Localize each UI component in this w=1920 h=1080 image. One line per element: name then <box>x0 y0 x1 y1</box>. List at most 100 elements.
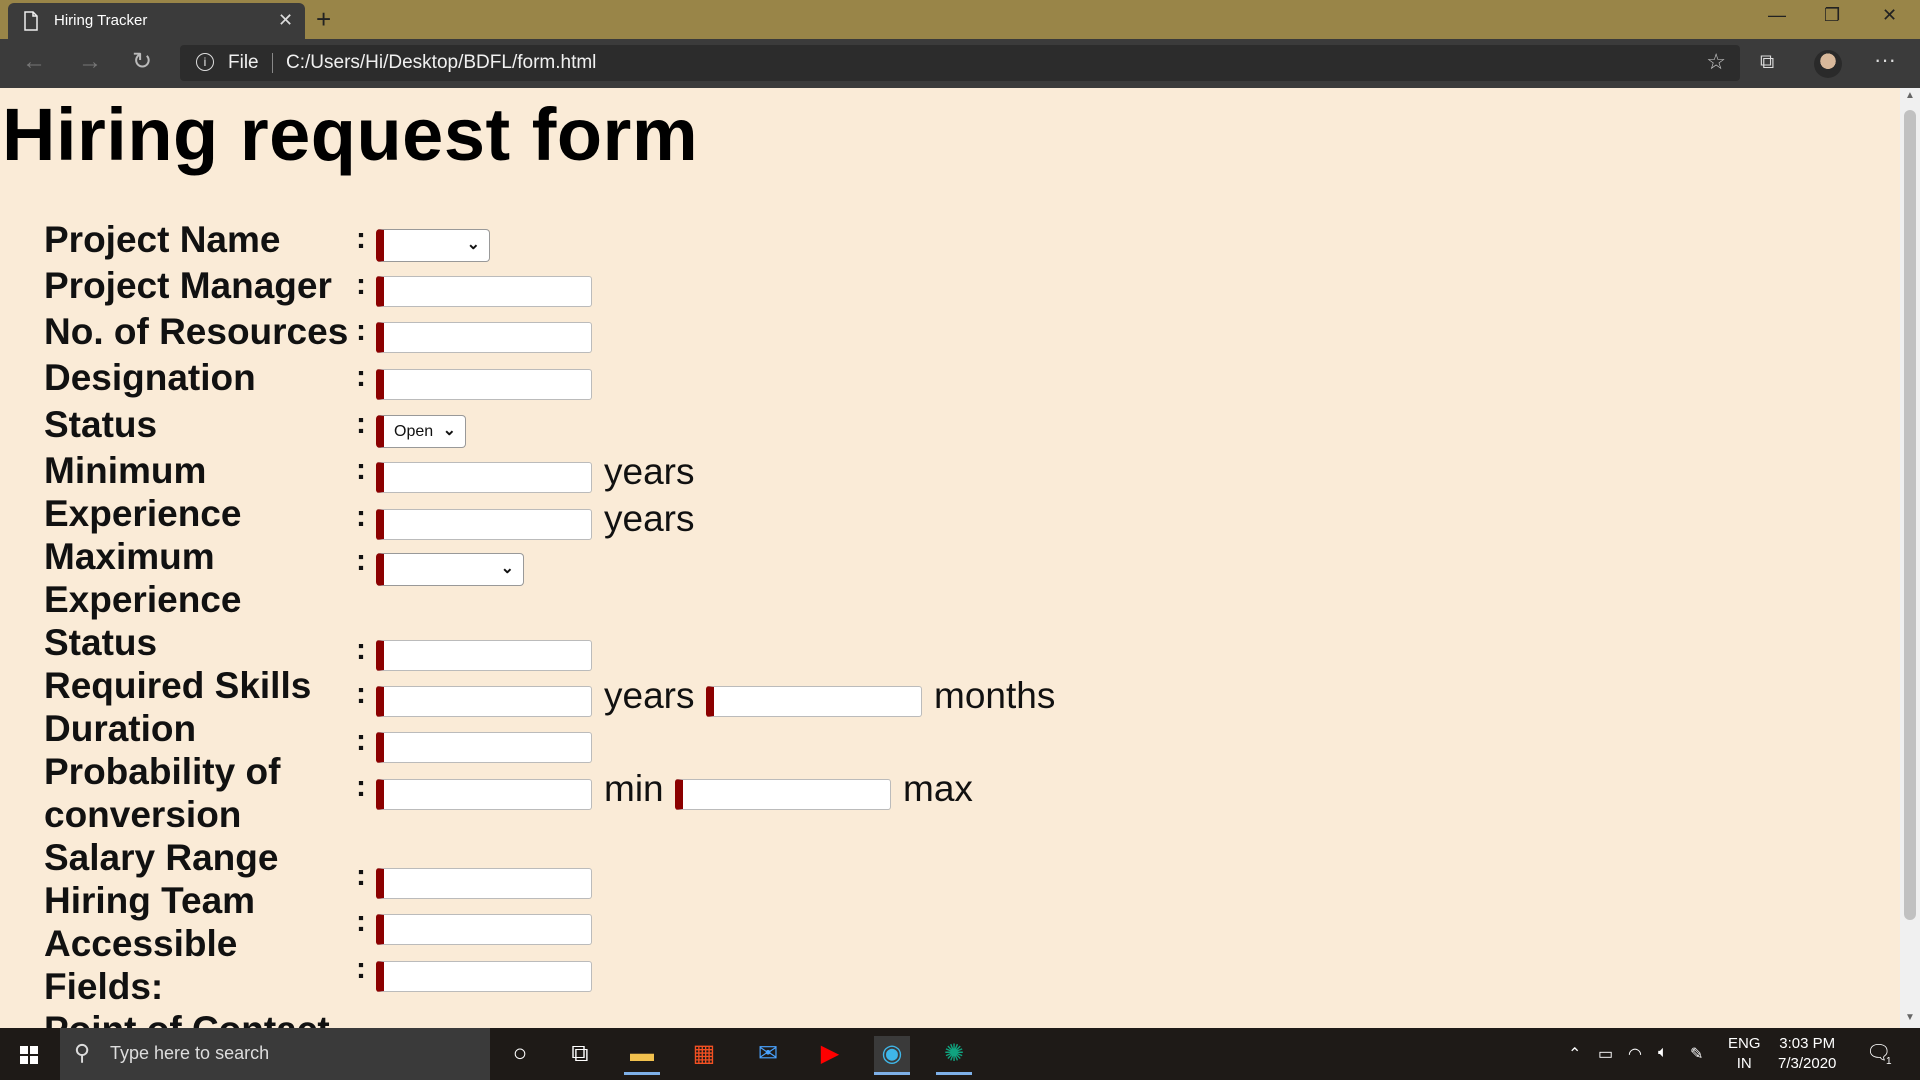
colon: : <box>356 453 366 486</box>
clock[interactable]: 3:03 PM 7/3/2020 <box>1778 1034 1836 1074</box>
label-probability-of: Probability of <box>44 751 281 792</box>
point-of-contact-input[interactable] <box>376 961 592 992</box>
unit-max: max <box>903 768 973 809</box>
colon: : <box>356 222 366 255</box>
chevron-down-icon: ⌄ <box>500 560 514 577</box>
language-indicator[interactable]: ENG IN <box>1728 1034 1761 1074</box>
close-tab-icon[interactable]: ✕ <box>278 10 293 30</box>
browser-titlebar: Hiring Tracker ✕ + — ❐ ✕ <box>0 0 1920 39</box>
battery-icon[interactable]: ▭ <box>1598 1044 1613 1064</box>
colon: : <box>356 633 366 666</box>
label-maximum: Maximum <box>44 536 215 577</box>
lang-top: ENG <box>1728 1035 1761 1052</box>
salary-min-input[interactable] <box>376 779 592 810</box>
page-title: Hiring request form <box>2 93 699 176</box>
label-fields: Fields: <box>44 966 164 1007</box>
page-content: Hiring request form Project Name : ⌄ Pro… <box>0 88 1900 1028</box>
unit-years: years <box>604 675 695 716</box>
address-bar[interactable]: i File C:/Users/Hi/Desktop/BDFL/form.htm… <box>180 45 1740 81</box>
label-status: Status <box>44 404 158 445</box>
label-no-of-resources: No. of Resources <box>44 311 349 352</box>
max-experience-input[interactable] <box>376 509 592 540</box>
lang-bottom: IN <box>1736 1055 1752 1072</box>
hiring-team-input[interactable] <box>376 868 592 899</box>
scroll-thumb[interactable] <box>1904 110 1916 920</box>
back-icon[interactable]: ← <box>22 49 46 75</box>
colon: : <box>356 859 366 892</box>
taskbar-search[interactable]: ⚲ Type here to search <box>60 1028 490 1080</box>
min-experience-input[interactable] <box>376 462 592 493</box>
chevron-down-icon: ⌄ <box>442 422 456 439</box>
store-icon[interactable]: ▦ <box>686 1036 722 1072</box>
wifi-icon[interactable]: ◠ <box>1628 1044 1642 1064</box>
label-project-manager: Project Manager <box>44 265 332 306</box>
colon: : <box>356 268 366 301</box>
status-select[interactable]: Open ⌄ <box>376 415 466 448</box>
label-designation: Designation <box>44 357 256 398</box>
page-icon <box>24 11 38 31</box>
accessible-fields-input[interactable] <box>376 914 592 945</box>
close-window-button[interactable]: ✕ <box>1882 4 1897 26</box>
label-salary-range: Salary Range <box>44 837 279 878</box>
youtube-icon[interactable]: ▶ <box>812 1036 848 1072</box>
info-icon[interactable]: i <box>196 53 214 71</box>
more-icon[interactable]: ··· <box>1874 47 1896 73</box>
url-text[interactable]: C:/Users/Hi/Desktop/BDFL/form.html <box>286 52 596 74</box>
no-of-resources-input[interactable] <box>376 322 592 353</box>
refresh-icon[interactable]: ↻ <box>132 49 152 75</box>
clock-time: 3:03 PM <box>1779 1035 1836 1052</box>
mail-icon[interactable]: ✉ <box>750 1036 786 1072</box>
required-skills-input[interactable] <box>376 640 592 671</box>
edge-icon[interactable]: ◉ <box>874 1036 910 1075</box>
tab-title: Hiring Tracker <box>54 12 148 29</box>
restore-button[interactable]: ❐ <box>1824 4 1840 26</box>
unit-years: years <box>604 451 695 492</box>
scroll-up-icon[interactable]: ▲ <box>1905 90 1915 101</box>
colon: : <box>356 360 366 393</box>
volume-icon[interactable]: 🔈︎ <box>1658 1044 1668 1062</box>
project-manager-input[interactable] <box>376 276 592 307</box>
duration-years-input[interactable] <box>376 686 592 717</box>
colon: : <box>356 905 366 938</box>
search-icon: ⚲ <box>74 1040 91 1065</box>
label-status-2: Status <box>44 622 158 663</box>
minimize-button[interactable]: — <box>1768 4 1786 26</box>
task-view-icon[interactable]: ⧉ <box>562 1036 598 1072</box>
browser-tab[interactable]: Hiring Tracker ✕ <box>8 3 305 39</box>
label-hiring-team: Hiring Team <box>44 880 256 921</box>
pen-icon[interactable]: ✎ <box>1690 1044 1703 1064</box>
star-icon[interactable]: ☆ <box>1706 49 1726 75</box>
colon: : <box>356 677 366 710</box>
salary-max-input[interactable] <box>675 779 891 810</box>
forward-icon[interactable]: → <box>78 49 102 75</box>
vertical-scrollbar[interactable]: ▲ ▼ <box>1900 88 1920 1028</box>
separator <box>272 53 273 73</box>
colon: : <box>356 407 366 440</box>
profile-avatar[interactable] <box>1814 50 1842 78</box>
label-point-of-contact: Point of Contact <box>44 1008 330 1028</box>
label-project-name: Project Name <box>44 219 281 260</box>
designation-input[interactable] <box>376 369 592 400</box>
file-label: File <box>228 52 259 73</box>
cortana-icon[interactable]: ○ <box>502 1036 538 1072</box>
collections-icon[interactable]: ⧉ <box>1760 51 1774 74</box>
new-tab-button[interactable]: + <box>316 4 331 34</box>
label-conversion: conversion <box>44 794 242 835</box>
scroll-down-icon[interactable]: ▼ <box>1905 1012 1915 1023</box>
label-required-skills: Required Skills <box>44 665 312 706</box>
label-duration: Duration <box>44 708 197 749</box>
search-placeholder: Type here to search <box>110 1043 270 1063</box>
probability-input[interactable] <box>376 732 592 763</box>
label-experience-2: Experience <box>44 579 242 620</box>
file-explorer-icon[interactable]: ▬ <box>624 1036 660 1075</box>
colon: : <box>356 500 366 533</box>
experience-status-select[interactable]: ⌄ <box>376 553 524 586</box>
duration-months-input[interactable] <box>706 686 922 717</box>
project-name-select[interactable]: ⌄ <box>376 229 490 262</box>
colon: : <box>356 770 366 803</box>
label-experience: Experience <box>44 493 242 534</box>
start-button[interactable] <box>0 1028 58 1080</box>
chatgpt-icon[interactable]: ✺ <box>936 1036 972 1075</box>
windows-start-icon <box>20 1046 38 1064</box>
show-hidden-icons-icon[interactable]: ⌃ <box>1568 1044 1581 1064</box>
